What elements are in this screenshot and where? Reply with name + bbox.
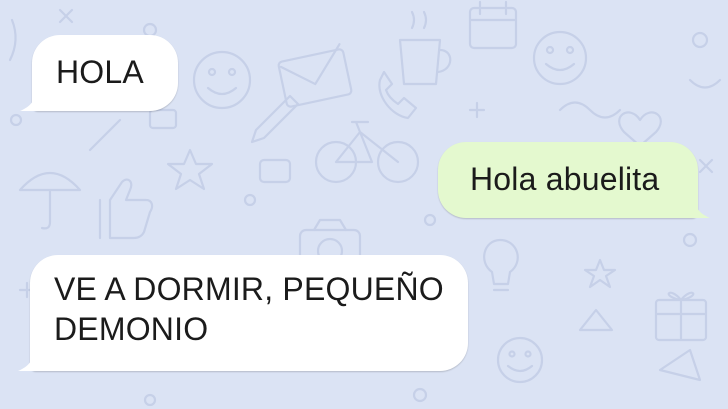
phone-doodle-icon	[378, 70, 418, 120]
message-text-line: DEMONIO	[54, 311, 209, 347]
star-doodle-icon	[166, 148, 214, 191]
thumbs-up-doodle-icon	[98, 178, 154, 240]
message-text: Hola abuelita	[470, 161, 660, 197]
incoming-message-bubble[interactable]: HOLA	[20, 35, 178, 111]
smiley-doodle-icon	[496, 336, 544, 384]
outgoing-message-bubble[interactable]: Hola abuelita	[438, 142, 710, 218]
smiley-doodle-icon	[532, 30, 588, 86]
umbrella-doodle-icon	[18, 172, 82, 230]
message-text: HOLA	[56, 54, 144, 90]
gift-doodle-icon	[654, 291, 708, 342]
incoming-message-bubble[interactable]: VE A DORMIR, PEQUEÑO DEMONIO	[18, 255, 468, 371]
bubble-tail-icon	[20, 83, 46, 111]
bubble-tail-icon	[684, 190, 710, 218]
heart-doodle-icon	[618, 111, 662, 148]
cup-doodle-icon	[398, 10, 452, 86]
smiley-doodle-icon	[192, 50, 252, 110]
chat-window: HOLA Hola abuelita VE A DORMIR, PEQUEÑO …	[0, 0, 728, 409]
message-text-line: VE A DORMIR, PEQUEÑO	[54, 271, 444, 307]
pencil-doodle-icon	[250, 94, 300, 144]
lightbulb-doodle-icon	[483, 238, 519, 292]
bubble-tail-icon	[18, 343, 44, 371]
calendar-doodle-icon	[468, 0, 518, 50]
bicycle-doodle-icon	[314, 120, 420, 184]
star-doodle-icon	[583, 258, 617, 289]
